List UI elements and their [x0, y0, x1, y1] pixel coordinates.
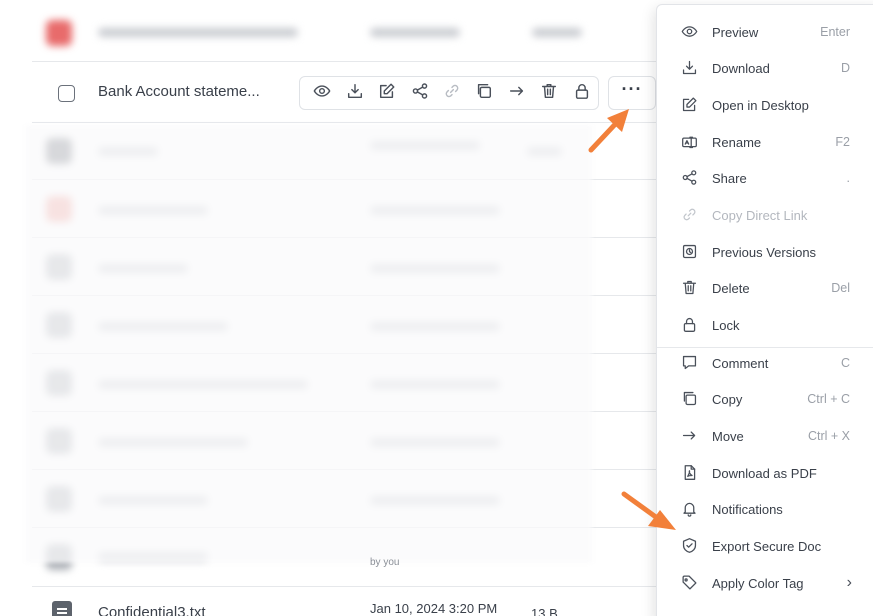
- table-row-selected[interactable]: Bank Account stateme... ···: [32, 62, 657, 123]
- row-checkbox[interactable]: [58, 85, 75, 102]
- copy-icon: [681, 390, 699, 408]
- menu-item-shortcut: F2: [835, 135, 850, 149]
- menu-item-open-in-desktop[interactable]: Open in Desktop: [657, 87, 873, 123]
- menu-item-label: Move: [712, 428, 744, 444]
- menu-item-export-secure-doc[interactable]: Export Secure Doc: [657, 528, 873, 564]
- lock-icon: [681, 316, 699, 334]
- link-icon: [443, 82, 461, 105]
- share-icon: [681, 169, 699, 187]
- file-name[interactable]: Bank Account stateme...: [98, 83, 260, 100]
- list-item[interactable]: [32, 0, 657, 62]
- menu-item-rename[interactable]: Rename F2: [657, 124, 873, 160]
- copy-action-button[interactable]: [468, 77, 500, 109]
- menu-item-delete[interactable]: Delete Del: [657, 270, 873, 306]
- eye-icon: [681, 23, 699, 41]
- menu-item-preview[interactable]: Preview Enter: [657, 14, 873, 50]
- menu-item-label: Preview: [712, 24, 759, 40]
- file-name[interactable]: Confidential3.txt: [98, 604, 206, 616]
- menu-item-previous-versions[interactable]: Previous Versions: [657, 234, 873, 270]
- arrow-right-icon: [681, 427, 699, 445]
- menu-item-comment[interactable]: Comment C: [657, 345, 873, 381]
- rename-icon: [681, 133, 699, 151]
- owner-hint: by you: [370, 557, 400, 568]
- menu-item-copy[interactable]: Copy Ctrl + C: [657, 381, 873, 417]
- context-menu: Preview Enter Download D Open in Desktop…: [656, 4, 873, 616]
- move-action-button[interactable]: [501, 77, 533, 109]
- edit-icon: [681, 96, 699, 114]
- download-action-button[interactable]: [338, 77, 370, 109]
- text-file-icon: [52, 601, 72, 616]
- menu-item-notifications[interactable]: Notifications: [657, 491, 873, 527]
- menu-item-shortcut: Enter: [820, 25, 850, 39]
- menu-item-label: Copy Direct Link: [712, 207, 808, 223]
- menu-item-apply-color-tag[interactable]: Apply Color Tag ›: [657, 565, 873, 601]
- blur-overlay: [26, 125, 592, 563]
- link-icon: [681, 206, 699, 224]
- share-icon: [411, 82, 429, 105]
- menu-item-label: Delete: [712, 280, 750, 296]
- annotation-arrow-more: [585, 104, 635, 159]
- edit-action-button[interactable]: [371, 77, 403, 109]
- preview-action-button[interactable]: [306, 77, 338, 109]
- menu-item-label: Previous Versions: [712, 244, 817, 260]
- bell-icon: [681, 500, 699, 518]
- file-size: 13 B: [531, 606, 558, 616]
- menu-item-copy-direct-link[interactable]: Copy Direct Link: [657, 197, 873, 233]
- trash-icon: [540, 82, 558, 105]
- eye-icon: [313, 82, 331, 105]
- annotation-arrow-export: [620, 490, 680, 540]
- menu-item-label: Share: [712, 170, 747, 186]
- menu-item-label: Rename: [712, 134, 762, 150]
- delete-action-button[interactable]: [533, 77, 565, 109]
- menu-item-label: Export Secure Doc: [712, 538, 822, 554]
- menu-item-lock[interactable]: Lock: [657, 307, 873, 343]
- menu-item-label: Comment: [712, 355, 769, 371]
- download-icon: [681, 59, 699, 77]
- chevron-right-icon: ›: [846, 574, 852, 591]
- table-row[interactable]: Confidential3.txt Jan 10, 2024 3:20 PM 1…: [32, 586, 657, 616]
- file-icon: [46, 20, 72, 46]
- menu-item-label: Apply Color Tag: [712, 575, 804, 591]
- trash-icon: [681, 279, 699, 297]
- copy-icon: [475, 82, 493, 105]
- menu-item-shortcut: Ctrl + X: [807, 429, 850, 443]
- shield-check-icon: [681, 537, 699, 555]
- file-date: Jan 10, 2024 3:20 PM: [370, 601, 498, 616]
- menu-item-share[interactable]: Share .: [657, 160, 873, 196]
- lock-icon: [573, 82, 591, 105]
- comment-icon: [681, 354, 699, 372]
- versions-icon: [681, 243, 699, 261]
- edit-icon: [378, 82, 396, 105]
- blurred-file-name: [98, 28, 298, 37]
- menu-item-shortcut: Ctrl + C: [807, 392, 850, 406]
- menu-item-move[interactable]: Move Ctrl + X: [657, 418, 873, 454]
- pdf-icon: [681, 464, 699, 482]
- menu-item-label: Download: [712, 60, 770, 76]
- menu-item-label: Download as PDF: [712, 465, 817, 481]
- share-action-button[interactable]: [403, 77, 435, 109]
- blurred-file-date: [370, 28, 460, 37]
- menu-item-label: Notifications: [712, 501, 783, 517]
- blurred-file-size: [532, 28, 582, 37]
- tag-icon: [681, 574, 699, 592]
- menu-item-shortcut: Del: [831, 281, 850, 295]
- menu-item-shortcut: D: [840, 61, 850, 75]
- menu-item-shortcut: C: [840, 356, 850, 370]
- menu-item-label: Copy: [712, 391, 743, 407]
- download-icon: [346, 82, 364, 105]
- menu-item-download-as-pdf[interactable]: Download as PDF: [657, 455, 873, 491]
- menu-item-shortcut: .: [846, 171, 850, 185]
- arrow-right-icon: [508, 82, 526, 105]
- menu-item-download[interactable]: Download D: [657, 50, 873, 86]
- menu-item-label: Lock: [712, 317, 740, 333]
- link-action-button[interactable]: [436, 77, 468, 109]
- row-action-bar: [299, 76, 599, 110]
- menu-item-label: Open in Desktop: [712, 97, 809, 113]
